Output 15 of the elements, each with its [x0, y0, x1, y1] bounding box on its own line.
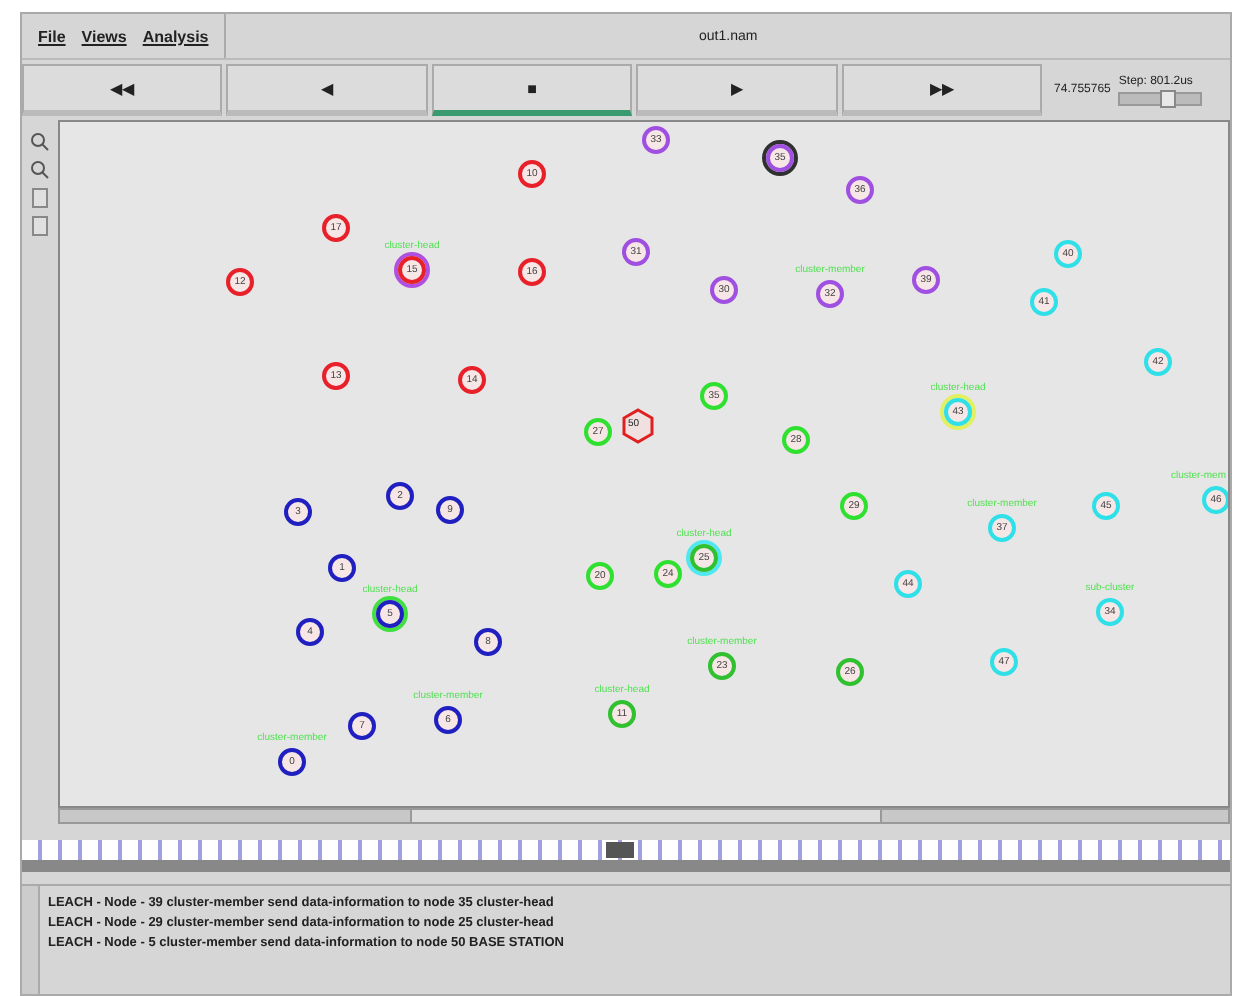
time-marker[interactable]: [606, 842, 634, 858]
horizontal-scrollbar[interactable]: [58, 808, 1230, 824]
base-station-icon[interactable]: [622, 408, 654, 444]
playback-button[interactable]: ◀: [226, 64, 428, 116]
menu-item[interactable]: Views: [81, 27, 127, 45]
slider-thumb[interactable]: [1160, 89, 1177, 107]
playback-button[interactable]: ◀◀: [22, 64, 223, 116]
playback-button[interactable]: ▶: [636, 64, 838, 116]
timeline-strip[interactable]: [22, 840, 1230, 860]
playback-button[interactable]: ■: [431, 64, 633, 116]
step-slider[interactable]: [1118, 91, 1203, 105]
playback-button[interactable]: ▶▶: [841, 64, 1043, 116]
menu-item[interactable]: File: [38, 27, 66, 45]
vertical-scrollbar[interactable]: [22, 886, 40, 994]
menu-item[interactable]: Analysis: [142, 27, 209, 45]
